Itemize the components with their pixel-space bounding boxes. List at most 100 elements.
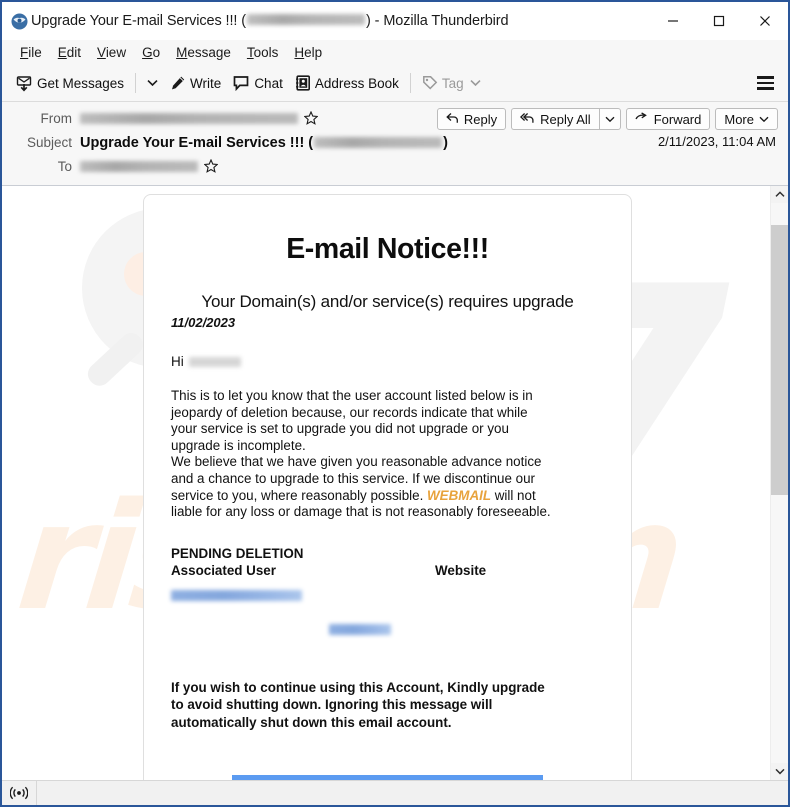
thunderbird-window: Upgrade Your E-mail Services !!! ( ) - M…	[0, 0, 790, 807]
maximize-button[interactable]	[696, 2, 742, 40]
reply-all-dropdown[interactable]	[598, 108, 621, 130]
email-title: E-mail Notice!!!	[286, 233, 489, 265]
address-book-button[interactable]: Address Book	[289, 72, 405, 94]
toolbar-divider-2	[409, 73, 411, 93]
reply-all-button[interactable]: Reply All	[511, 108, 599, 130]
chat-button[interactable]: Chat	[227, 72, 289, 94]
message-date: 2/11/2023, 11:04 AM	[657, 134, 776, 149]
website-value	[329, 621, 604, 636]
from-label: From	[40, 111, 73, 126]
star-outline-icon[interactable]	[303, 110, 319, 127]
window-controls	[650, 2, 788, 40]
subject-suffix: )	[443, 134, 448, 151]
window-title-suffix: ) - Mozilla Thunderbird	[366, 13, 509, 29]
hamburger-menu-icon-bar3	[757, 87, 774, 90]
forward-arrow-icon	[635, 111, 649, 127]
pending-deletion-block: PENDING DELETION Associated User Website	[171, 546, 604, 636]
to-value	[80, 158, 219, 175]
window-inner: Upgrade Your E-mail Services !!! ( ) - M…	[2, 2, 788, 805]
main-toolbar: Get Messages Write Chat Address Book Tag	[2, 65, 788, 102]
chevron-down-icon	[147, 80, 158, 87]
app-menu-button[interactable]	[757, 76, 774, 90]
scroll-down-button[interactable]	[771, 763, 788, 780]
chat-label: Chat	[254, 75, 283, 91]
email-paragraph-1: This is to let you know that the user ac…	[171, 388, 533, 453]
chevron-down-icon	[470, 79, 481, 87]
tag-icon	[422, 75, 438, 91]
redacted-sender-address	[247, 14, 365, 25]
scrollbar-track[interactable]	[771, 203, 788, 763]
hamburger-menu-icon-bar2	[757, 81, 774, 85]
close-button[interactable]	[742, 2, 788, 40]
menu-help[interactable]: Help	[286, 43, 330, 62]
minimize-button[interactable]	[650, 2, 696, 40]
to-label: To	[57, 159, 72, 174]
reply-all-label: Reply All	[540, 111, 591, 127]
title-bar: Upgrade Your E-mail Services !!! ( ) - M…	[2, 2, 788, 40]
website-column: Website	[329, 562, 604, 636]
greeting-text: Hi	[171, 354, 184, 369]
status-bar	[2, 780, 788, 805]
get-messages-button[interactable]: Get Messages	[10, 72, 130, 95]
from-value	[80, 110, 319, 127]
address-book-icon	[295, 75, 311, 91]
hamburger-menu-icon	[757, 76, 774, 79]
window-title-prefix: Upgrade Your E-mail Services !!! (	[31, 13, 246, 29]
forward-label: Forward	[653, 111, 702, 127]
scroll-up-button[interactable]	[771, 186, 788, 203]
subject-label: Subject	[26, 135, 72, 150]
thunderbird-icon	[11, 13, 28, 30]
message-actions: Reply Reply All Forward More	[436, 108, 778, 130]
broadcast-signal-icon[interactable]	[2, 781, 37, 805]
download-mail-icon	[16, 75, 33, 92]
upgrade-services-button[interactable]: UPGRADE YOUR SERVICES	[232, 775, 543, 780]
email-content-card: E-mail Notice!!! Your Domain(s) and/or s…	[143, 194, 632, 780]
get-messages-dropdown[interactable]	[141, 76, 164, 90]
redacted-to-address	[80, 161, 198, 172]
write-label: Write	[190, 75, 222, 91]
email-warning: If you wish to continue using this Accou…	[171, 679, 545, 730]
message-header: From Subject Upgrade Your E-mail Service…	[2, 102, 788, 186]
email-greeting: Hi	[171, 354, 604, 369]
more-button[interactable]: More	[715, 108, 778, 130]
pencil-icon	[170, 75, 186, 91]
menu-go[interactable]: Go	[134, 43, 168, 62]
redacted-subject-address	[314, 137, 443, 148]
address-book-label: Address Book	[314, 75, 399, 91]
menu-tools[interactable]: Tools	[239, 43, 287, 62]
menu-file[interactable]: FFileile	[12, 43, 50, 62]
redacted-website	[329, 624, 391, 636]
star-outline-icon-to[interactable]	[203, 158, 219, 175]
chevron-up-icon	[774, 191, 785, 197]
menu-edit[interactable]: Edit	[50, 43, 89, 62]
window-title: Upgrade Your E-mail Services !!! ( ) - M…	[31, 13, 509, 29]
to-row: To	[12, 156, 778, 177]
menu-message[interactable]: Message	[168, 43, 239, 62]
speech-bubble-icon	[233, 75, 250, 91]
tag-button[interactable]: Tag	[416, 72, 487, 94]
website-header: Website	[435, 562, 487, 578]
cta-wrapper: UPGRADE YOUR SERVICES	[171, 775, 604, 780]
chevron-down-icon	[759, 116, 769, 122]
forward-button[interactable]: Forward	[625, 108, 711, 130]
pending-deletion-table: Associated User Website	[171, 562, 604, 636]
reply-all-arrow-icon	[520, 112, 535, 127]
scrollbar-thumb[interactable]	[771, 225, 788, 495]
vertical-scrollbar[interactable]	[770, 186, 788, 780]
reply-button[interactable]: Reply	[436, 108, 507, 130]
toolbar-divider	[135, 73, 137, 93]
reply-arrow-icon	[446, 112, 459, 127]
redacted-recipient-name	[188, 356, 241, 367]
menu-view[interactable]: View	[89, 43, 134, 62]
reply-all-group: Reply All	[511, 108, 621, 130]
more-label: More	[724, 111, 754, 127]
write-button[interactable]: Write	[164, 72, 227, 94]
message-pane: 7 risk com E-m	[2, 186, 788, 780]
associated-user-value	[171, 587, 435, 602]
webmail-highlight: WEBMAIL	[427, 487, 492, 503]
get-messages-label: Get Messages	[37, 75, 125, 91]
email-paragraph-2: We believe that we have given you reason…	[171, 454, 555, 520]
redacted-from-address	[80, 113, 298, 124]
menu-bar: FFileile Edit View Go Message Tools Help	[2, 40, 788, 65]
reply-label: Reply	[463, 111, 498, 127]
